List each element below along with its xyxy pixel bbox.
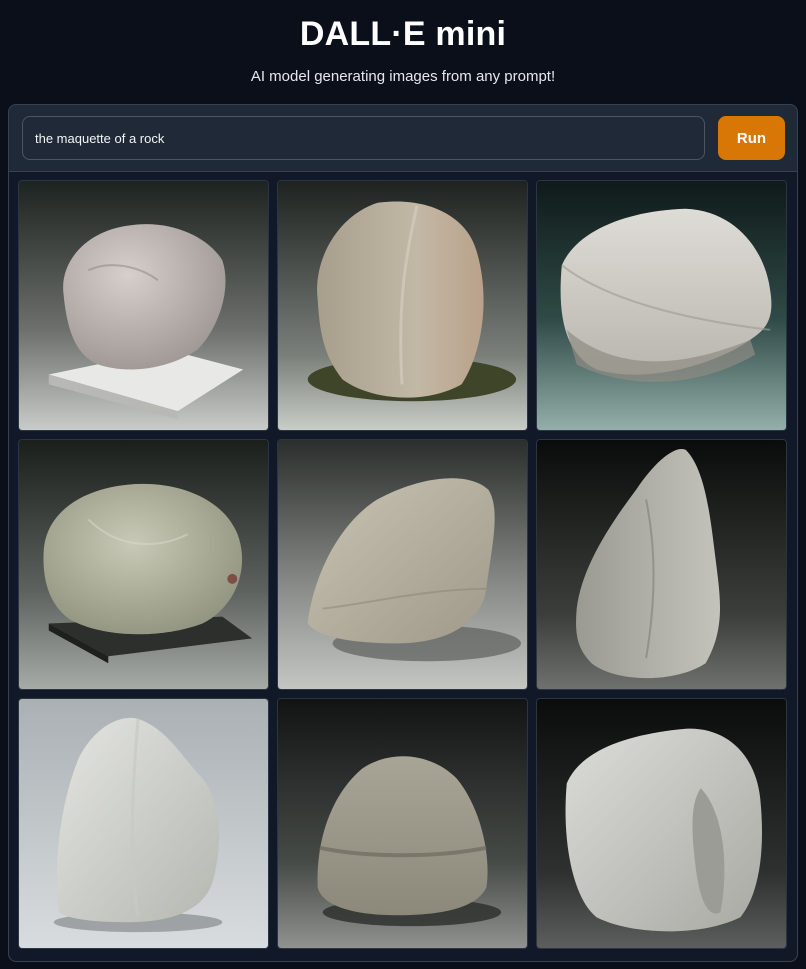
run-button[interactable]: Run (718, 116, 785, 160)
gallery-image-3[interactable] (536, 180, 787, 431)
rock-image (278, 440, 527, 689)
rock-image (19, 181, 268, 430)
rock-image (537, 181, 786, 430)
rock-image (278, 181, 527, 430)
gallery-image-2[interactable] (277, 180, 528, 431)
prompt-row: Run (22, 116, 785, 160)
app-title: DALL·E mini (299, 15, 507, 53)
gallery-image-9[interactable] (536, 698, 787, 949)
header: DALL·E mini AI model generating images f… (0, 0, 806, 88)
gallery-image-6[interactable] (536, 439, 787, 690)
gallery-image-7[interactable] (18, 698, 269, 949)
app-subtitle: AI model generating images from any prom… (250, 68, 556, 85)
rock-image (19, 440, 268, 689)
gallery-image-8[interactable] (277, 698, 528, 949)
gallery-image-5[interactable] (277, 439, 528, 690)
rock-image (537, 440, 786, 689)
gallery-image-4[interactable] (18, 439, 269, 690)
rock-image (537, 699, 786, 948)
rock-image (19, 699, 268, 948)
image-gallery (9, 171, 797, 961)
rock-image (278, 699, 527, 948)
gallery-image-1[interactable] (18, 180, 269, 431)
main-panel: Run (8, 104, 798, 962)
prompt-input[interactable] (22, 116, 705, 160)
